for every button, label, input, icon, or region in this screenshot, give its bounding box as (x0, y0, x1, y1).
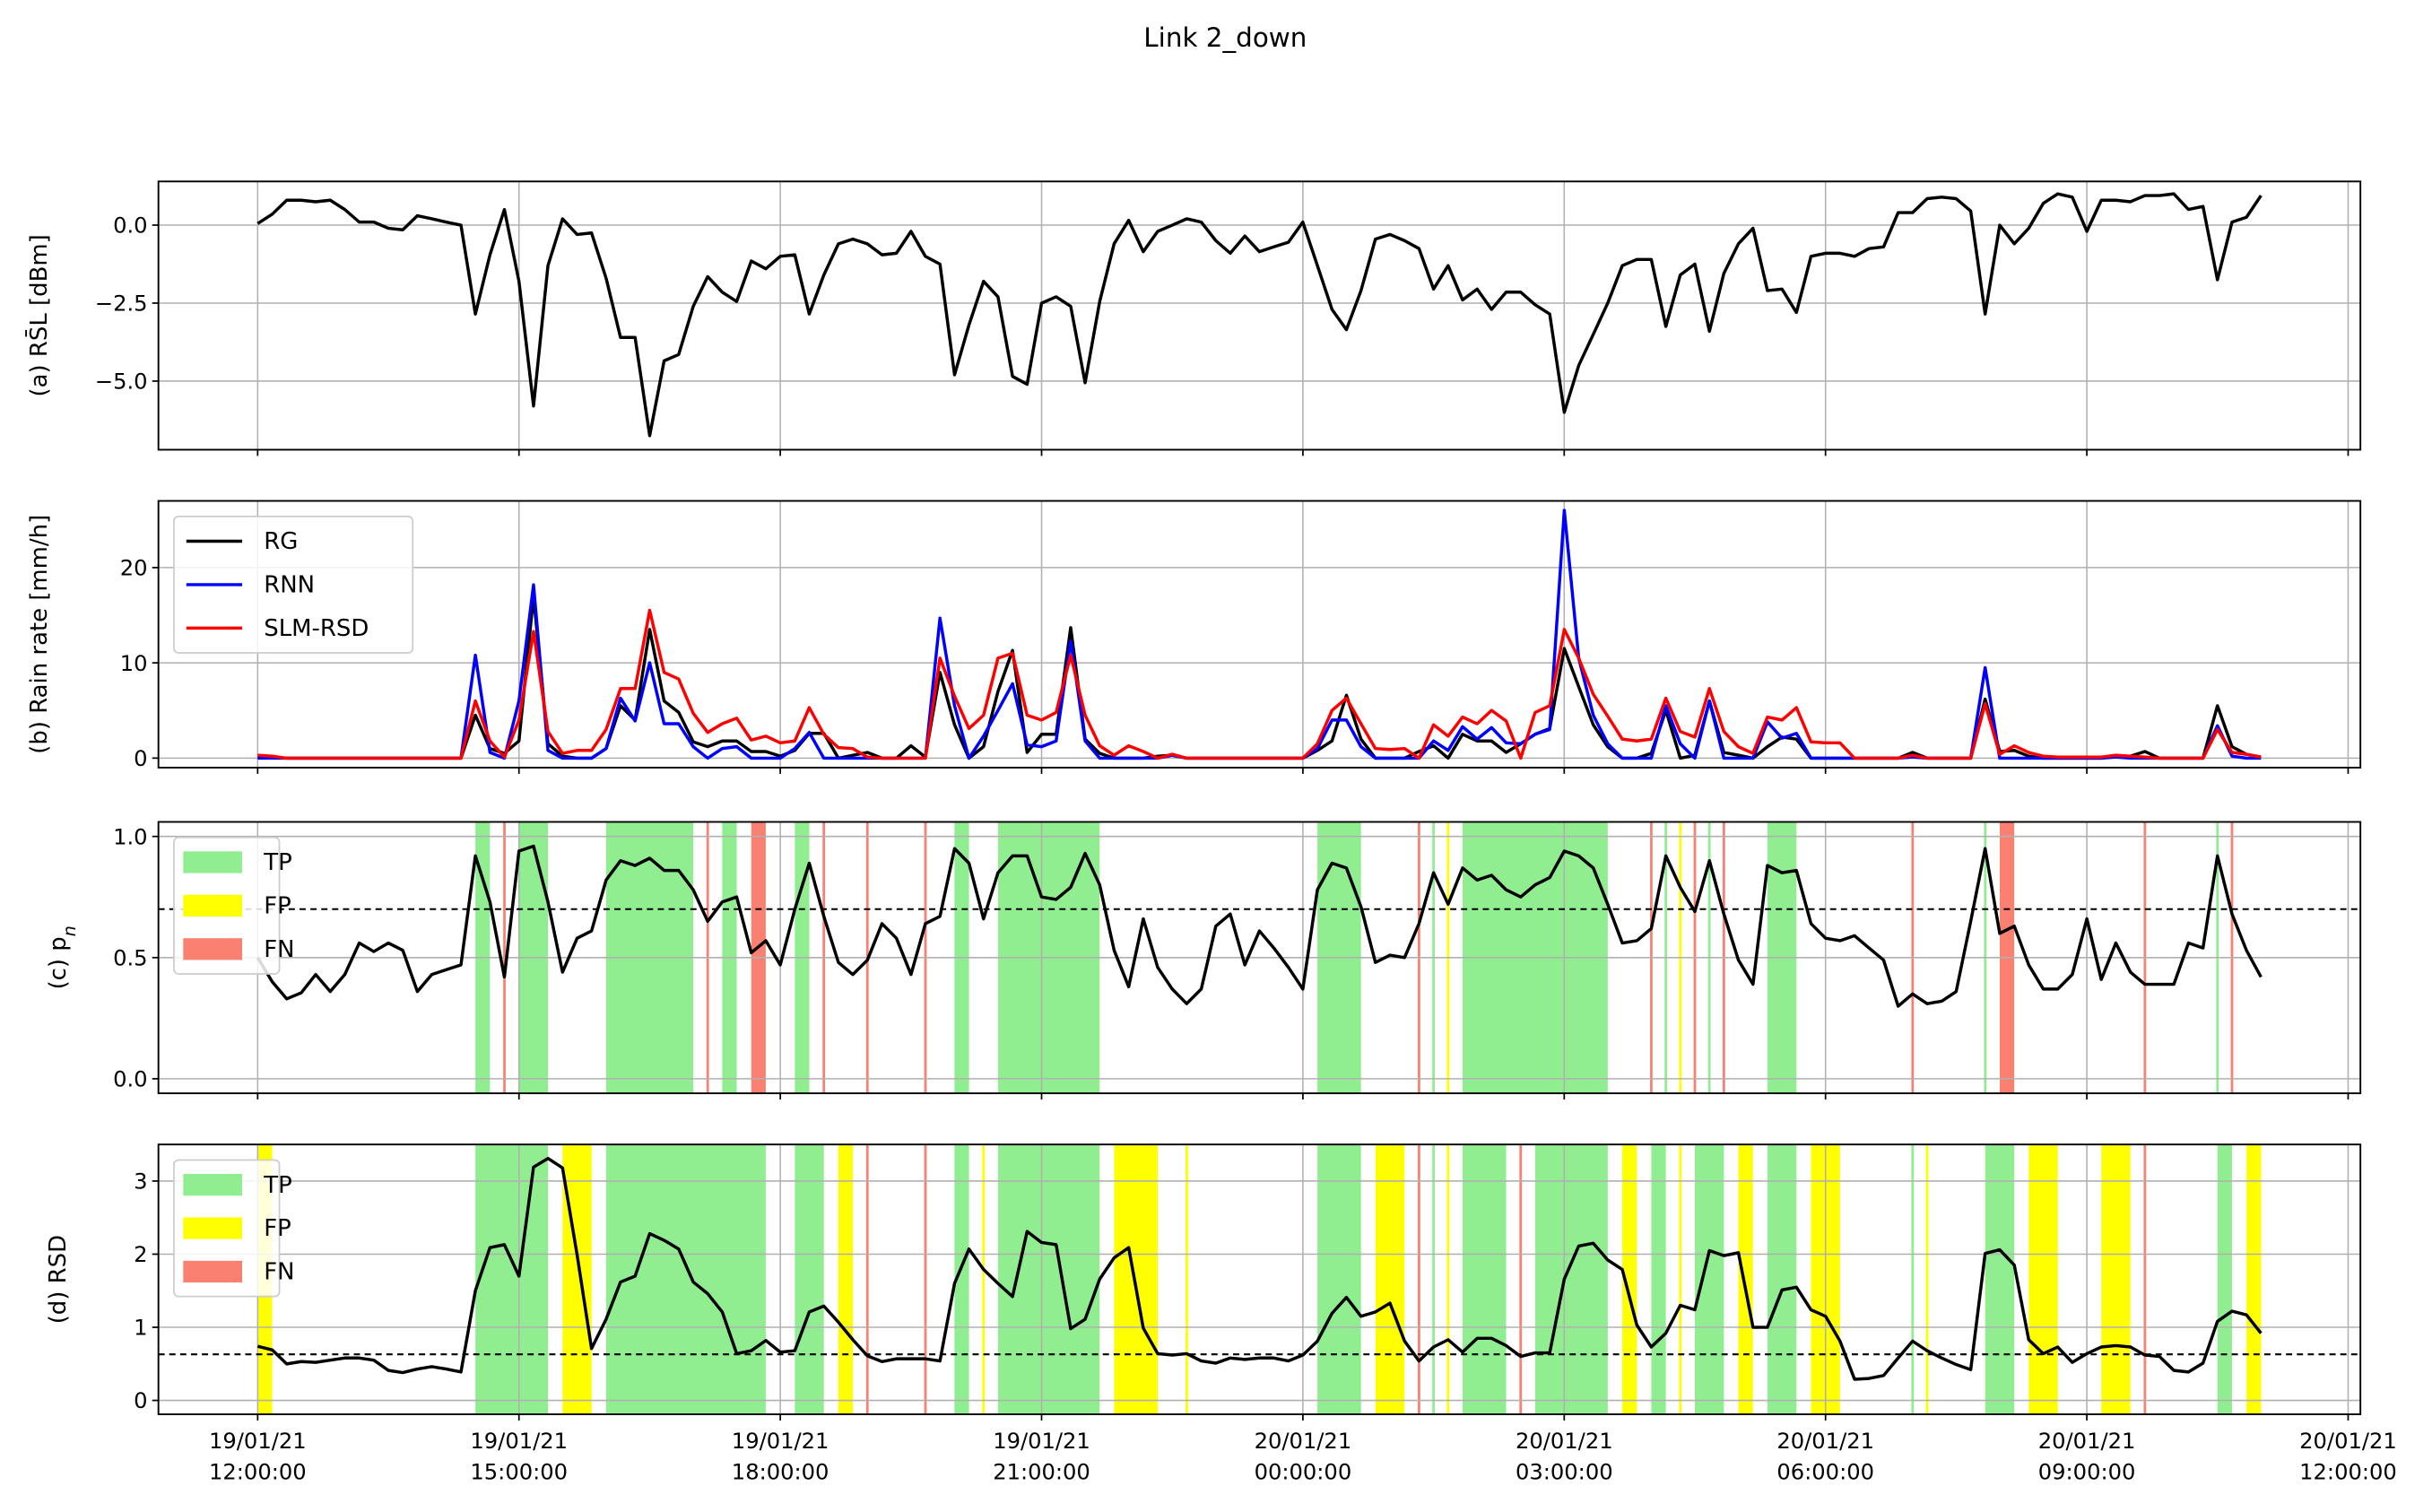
legend-label: FN (264, 1259, 294, 1286)
y-axis-label: (a) RS̄L [dBm] (24, 234, 53, 396)
legend: RG RNN SLM-RSD (173, 515, 414, 654)
y-tick-label: 0 (134, 1388, 147, 1413)
span-tp (1651, 1144, 1666, 1415)
legend-label: FP (264, 893, 291, 920)
span-fp (1446, 1144, 1450, 1415)
span-fp (2246, 1144, 2262, 1415)
y-tick-label: 0.0 (113, 1067, 147, 1092)
y-tick-label: 1.0 (113, 824, 147, 849)
legend-swatch (183, 894, 243, 917)
span-tp (795, 1144, 824, 1415)
x-tick-label-time: 06:00:00 (1776, 1460, 1874, 1485)
span-tp (997, 1144, 1100, 1415)
span-fp (1186, 1144, 1188, 1415)
span-fp (838, 1144, 854, 1415)
legend-swatch (183, 1174, 243, 1196)
span-fn (1519, 1144, 1523, 1415)
x-tick-label-date: 20/01/21 (2038, 1429, 2136, 1454)
x-tick-label-time: 00:00:00 (1255, 1460, 1352, 1485)
span-tp (1534, 1144, 1608, 1415)
y-axis-label-text: (d) RSD (45, 1235, 72, 1324)
span-tp (1432, 1144, 1435, 1415)
y-axis-label-text: (c) p (45, 936, 72, 989)
x-tick-label-date: 19/01/21 (470, 1429, 568, 1454)
legend-label: FP (264, 1215, 291, 1242)
span-fp (2028, 1144, 2058, 1415)
span-tp (475, 1144, 549, 1415)
x-tick-label-time: 12:00:00 (209, 1460, 307, 1485)
legend-label: SLM-RSD (264, 615, 369, 642)
y-tick-label: 2 (134, 1242, 147, 1267)
span-tp (1767, 1144, 1797, 1415)
span-tp (2217, 1144, 2232, 1415)
y-tick-label: −5.0 (95, 369, 148, 395)
x-tick-label-time: 15:00:00 (470, 1460, 568, 1485)
legend-swatch (183, 1260, 243, 1283)
span-fp (1679, 1144, 1682, 1415)
span-tp (1694, 1144, 1724, 1415)
span-fp (1738, 1144, 1753, 1415)
legend-label: FN (264, 936, 294, 963)
legend-swatch (183, 938, 243, 960)
legend-swatch (183, 851, 243, 873)
y-tick-label: 1 (134, 1316, 147, 1341)
span-fn (865, 1144, 869, 1415)
legend-label: TP (263, 849, 291, 876)
span-fn (924, 1144, 927, 1415)
x-tick-label-time: 18:00:00 (732, 1460, 829, 1485)
x-tick-label-date: 20/01/21 (2299, 1429, 2397, 1454)
x-tick-label-time: 09:00:00 (2038, 1460, 2136, 1485)
y-axis-label-text: (a) RS̄L [dBm] (24, 234, 53, 396)
legend-swatch (183, 1217, 243, 1239)
x-tick-label-date: 19/01/21 (993, 1429, 1090, 1454)
x-tick-label-time: 03:00:00 (1516, 1460, 1613, 1485)
y-axis-label-subscript: n (60, 925, 80, 936)
x-tick-label-date: 20/01/21 (1776, 1429, 1874, 1454)
x-tick-label-time: 12:00:00 (2299, 1460, 2397, 1485)
span-fn (1418, 1144, 1420, 1415)
y-tick-label: 0 (134, 746, 147, 771)
y-tick-label: 0.5 (113, 945, 147, 970)
legend-label: TP (263, 1172, 291, 1199)
y-axis-label-text: (b) Rain rate [mm/h] (26, 515, 53, 754)
span-tp (1911, 1144, 1915, 1415)
x-tick-label-time: 21:00:00 (993, 1460, 1090, 1485)
x-tick-label-date: 19/01/21 (732, 1429, 829, 1454)
span-fp (2101, 1144, 2131, 1415)
y-tick-label: 20 (120, 556, 148, 581)
span-tp (1317, 1144, 1361, 1415)
figure: Link 2_down 0.0−2.5−5.0(a) RS̄L [dBm]010… (0, 0, 2432, 1512)
legend-label: RNN (264, 572, 315, 599)
span-tp (1985, 1144, 2015, 1415)
y-axis-label: (d) RSD (45, 1235, 72, 1324)
y-axis-label: (b) Rain rate [mm/h] (26, 515, 53, 754)
span-fn (2143, 1144, 2147, 1415)
y-tick-label: 3 (134, 1169, 147, 1195)
legend: TP FP FN (173, 836, 295, 975)
y-tick-label: −2.5 (95, 291, 148, 317)
x-tick-label-date: 19/01/21 (209, 1429, 307, 1454)
x-tick-label-date: 20/01/21 (1255, 1429, 1352, 1454)
legend-label: RG (264, 528, 298, 555)
y-tick-label: 10 (120, 651, 148, 676)
span-tp (1462, 1144, 1507, 1415)
legend: TP FP FN (173, 1159, 295, 1298)
span-fp (1375, 1144, 1405, 1415)
y-tick-label: 0.0 (113, 213, 147, 239)
chart-title: Link 2_down (1143, 22, 1307, 53)
span-fp (1925, 1144, 1929, 1415)
span-fp (982, 1144, 986, 1415)
x-tick-label-date: 20/01/21 (1516, 1429, 1613, 1454)
